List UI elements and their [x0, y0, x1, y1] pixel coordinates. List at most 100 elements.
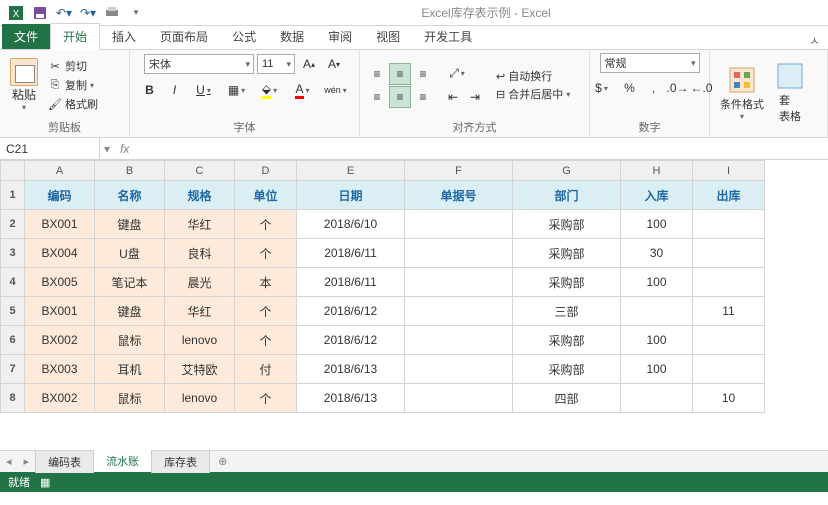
tab-file[interactable]: 文件: [2, 24, 50, 49]
cell[interactable]: 2018/6/12: [297, 297, 405, 326]
painter-button[interactable]: 🖌格式刷: [46, 95, 100, 113]
cell[interactable]: 30: [621, 239, 693, 268]
align-center-button[interactable]: ≡: [389, 86, 411, 108]
cell[interactable]: [693, 239, 765, 268]
cell[interactable]: 2018/6/12: [297, 326, 405, 355]
cell[interactable]: 规格: [165, 181, 235, 210]
add-sheet-button[interactable]: ⊕: [210, 455, 235, 468]
cell[interactable]: [693, 326, 765, 355]
copy-button[interactable]: ⎘复制▾: [46, 76, 100, 94]
tab-formula[interactable]: 公式: [220, 24, 268, 49]
qat-more-icon[interactable]: ▾: [127, 4, 145, 22]
font-color-button[interactable]: A: [288, 79, 318, 101]
cell[interactable]: BX002: [25, 326, 95, 355]
cell[interactable]: [405, 355, 513, 384]
cell[interactable]: 四部: [513, 384, 621, 413]
cell[interactable]: 部门: [513, 181, 621, 210]
tab-layout[interactable]: 页面布局: [148, 24, 220, 49]
cell[interactable]: 2018/6/11: [297, 239, 405, 268]
row-header[interactable]: 8: [1, 384, 25, 413]
cell[interactable]: U盘: [95, 239, 165, 268]
col-header[interactable]: E: [297, 161, 405, 181]
row-header[interactable]: 7: [1, 355, 25, 384]
indent-dec-button[interactable]: ⇤: [442, 86, 464, 108]
align-left-button[interactable]: ≡: [366, 86, 388, 108]
cell[interactable]: 采购部: [513, 268, 621, 297]
number-format-select[interactable]: 常规: [600, 53, 700, 73]
col-header[interactable]: A: [25, 161, 95, 181]
cell[interactable]: 采购部: [513, 239, 621, 268]
tab-home[interactable]: 开始: [50, 23, 100, 50]
cell[interactable]: 华红: [165, 297, 235, 326]
col-header[interactable]: B: [95, 161, 165, 181]
cell[interactable]: 键盘: [95, 297, 165, 326]
cell[interactable]: 100: [621, 210, 693, 239]
font-name-select[interactable]: 宋体: [144, 54, 254, 74]
cell[interactable]: 10: [693, 384, 765, 413]
align-top-button[interactable]: ≡: [366, 63, 388, 85]
cell[interactable]: [405, 210, 513, 239]
name-box-dropdown[interactable]: ▾: [100, 142, 114, 156]
percent-button[interactable]: %: [619, 77, 641, 99]
cell[interactable]: 良科: [165, 239, 235, 268]
cell[interactable]: lenovo: [165, 384, 235, 413]
cell[interactable]: 2018/6/10: [297, 210, 405, 239]
wrap-text-button[interactable]: ↩自动换行: [496, 68, 570, 84]
cell[interactable]: 晨光: [165, 268, 235, 297]
col-header[interactable]: H: [621, 161, 693, 181]
row-header[interactable]: 6: [1, 326, 25, 355]
comma-button[interactable]: ,: [643, 77, 665, 99]
cell[interactable]: 日期: [297, 181, 405, 210]
cell[interactable]: [693, 210, 765, 239]
row-header[interactable]: 1: [1, 181, 25, 210]
row-header[interactable]: 5: [1, 297, 25, 326]
tab-insert[interactable]: 插入: [100, 24, 148, 49]
cell[interactable]: 2018/6/13: [297, 355, 405, 384]
inc-decimal-button[interactable]: .0→: [667, 77, 689, 99]
sheet-tab-0[interactable]: 编码表: [35, 451, 94, 473]
cond-format-button[interactable]: 条件格式▾: [716, 64, 768, 123]
cell[interactable]: BX004: [25, 239, 95, 268]
cell[interactable]: [405, 326, 513, 355]
italic-button[interactable]: I: [164, 79, 186, 101]
row-header[interactable]: 3: [1, 239, 25, 268]
cell[interactable]: 个: [235, 326, 297, 355]
cell[interactable]: 鼠标: [95, 384, 165, 413]
align-middle-button[interactable]: ≡: [389, 63, 411, 85]
col-header[interactable]: G: [513, 161, 621, 181]
table-format-button[interactable]: 套 表格: [772, 60, 808, 126]
cell[interactable]: [621, 297, 693, 326]
cell[interactable]: 出库: [693, 181, 765, 210]
cell[interactable]: 2018/6/11: [297, 268, 405, 297]
orientation-button[interactable]: ⤢: [442, 63, 472, 85]
cell[interactable]: 100: [621, 355, 693, 384]
cell[interactable]: BX003: [25, 355, 95, 384]
cell[interactable]: [693, 268, 765, 297]
cell[interactable]: BX002: [25, 384, 95, 413]
cell[interactable]: 三部: [513, 297, 621, 326]
merge-button[interactable]: ⊟合并后居中▾: [496, 86, 570, 102]
phonetic-button[interactable]: wén: [321, 79, 351, 101]
save-icon[interactable]: [31, 4, 49, 22]
cell[interactable]: 100: [621, 268, 693, 297]
select-all-corner[interactable]: [1, 161, 25, 181]
cell[interactable]: 艾特欧: [165, 355, 235, 384]
paste-button[interactable]: 粘贴 ▾: [6, 56, 42, 114]
cell[interactable]: 个: [235, 297, 297, 326]
cell[interactable]: 采购部: [513, 210, 621, 239]
formula-bar[interactable]: [135, 138, 828, 159]
cell[interactable]: 名称: [95, 181, 165, 210]
cell[interactable]: 单据号: [405, 181, 513, 210]
cell[interactable]: 个: [235, 210, 297, 239]
cell[interactable]: 100: [621, 326, 693, 355]
sheet-tab-1[interactable]: 流水账: [94, 450, 152, 474]
cell[interactable]: 鼠标: [95, 326, 165, 355]
font-size-select[interactable]: 11: [257, 54, 295, 74]
align-right-button[interactable]: ≡: [412, 86, 434, 108]
cell[interactable]: 笔记本: [95, 268, 165, 297]
align-bottom-button[interactable]: ≡: [412, 63, 434, 85]
cell[interactable]: [405, 239, 513, 268]
col-header[interactable]: D: [235, 161, 297, 181]
row-header[interactable]: 2: [1, 210, 25, 239]
cell[interactable]: 入库: [621, 181, 693, 210]
